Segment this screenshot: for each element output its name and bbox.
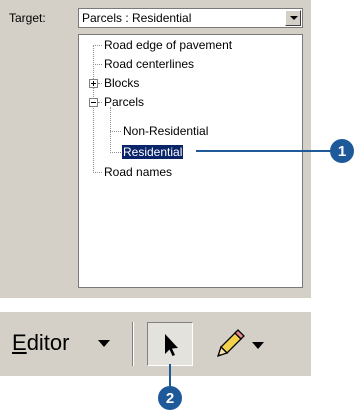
editor-menu-mnemonic: E — [12, 330, 27, 355]
editor-toolbar: Editor — [0, 312, 311, 376]
target-label: Target: — [9, 11, 46, 25]
tree-connector — [110, 107, 111, 153]
tree-connector — [110, 131, 121, 132]
tree-connector — [98, 102, 102, 103]
tree-item-non-residential[interactable]: Non-Residential — [122, 124, 209, 138]
editor-menu-button[interactable]: Editor — [12, 326, 69, 360]
tree-item-road-centerlines[interactable]: Road centerlines — [103, 57, 195, 71]
arrow-pointer-icon — [165, 334, 178, 356]
target-panel: Target: Parcels : Residential Road edge … — [0, 0, 311, 298]
editor-dropdown-arrow-icon[interactable] — [98, 340, 110, 347]
edit-tool-button[interactable] — [147, 322, 193, 366]
tree-connector — [93, 45, 102, 46]
tree-connector — [93, 64, 102, 65]
tree-item-residential[interactable]: Residential — [122, 145, 184, 159]
tree-connector — [93, 172, 102, 173]
target-combobox-value: Parcels : Residential — [82, 11, 192, 25]
pencil-icon — [216, 329, 245, 358]
expand-plus-icon[interactable] — [89, 79, 98, 88]
collapse-minus-icon[interactable] — [89, 98, 98, 107]
target-combobox[interactable]: Parcels : Residential — [78, 8, 303, 28]
editor-menu-label-rest: ditor — [26, 330, 70, 355]
toolbar-separator-highlight — [133, 322, 134, 366]
tree-connector — [98, 83, 102, 84]
sketch-tool-dropdown-arrow-icon[interactable] — [252, 342, 264, 349]
dropdown-arrow-icon[interactable] — [285, 10, 301, 26]
tree-item-road-names[interactable]: Road names — [103, 165, 173, 179]
tree-connector — [110, 152, 121, 153]
tree-item-blocks[interactable]: Blocks — [103, 76, 140, 90]
sketch-tool-button[interactable] — [213, 324, 249, 364]
callout-2-badge: 2 — [158, 386, 182, 410]
target-layer-tree[interactable]: Road edge of pavement Road centerlines B… — [78, 34, 303, 288]
tree-item-parcels[interactable]: Parcels — [103, 95, 145, 109]
callout-1-badge: 1 — [330, 139, 354, 163]
tree-item-road-edge-of-pavement[interactable]: Road edge of pavement — [103, 38, 233, 52]
callout-1-leader-line — [196, 150, 336, 152]
